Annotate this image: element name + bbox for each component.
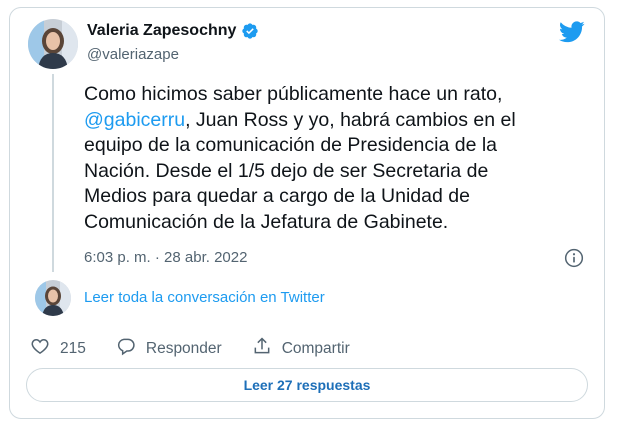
- tweet-line-text: Comunicación de la Jefatura de Gabinete.: [84, 210, 449, 233]
- heart-icon: [30, 336, 50, 361]
- read-conversation-link[interactable]: Leer toda la conversación en Twitter: [84, 289, 325, 306]
- share-button[interactable]: Compartir: [252, 336, 350, 361]
- author-avatar[interactable]: [28, 19, 78, 69]
- reply-label: Responder: [145, 339, 222, 357]
- share-label: Compartir: [281, 339, 350, 357]
- tweet-line-text: Nación. Desde el 1/5 dejo de ser Secreta…: [84, 159, 489, 182]
- tweet-line: Nación. Desde el 1/5 dejo de ser Secreta…: [84, 159, 584, 185]
- tweet-line: Medios para quedar a cargo de la Unidad …: [84, 184, 584, 210]
- tweet-line-text: Como hicimos saber públicamente hace un …: [84, 83, 503, 105]
- twitter-bird-icon[interactable]: [559, 21, 585, 43]
- mention-link[interactable]: @gabicerru: [84, 109, 185, 131]
- verified-badge-icon: [241, 22, 259, 40]
- tweet-text: Como hicimos saber públicamente hace un …: [84, 82, 584, 235]
- tweet-actions: 215 Responder Compartir: [30, 336, 380, 361]
- tweet-line-text: equipo de la comunicación de Presidencia…: [84, 134, 498, 156]
- author-display-name[interactable]: Valeria Zapesochny: [87, 22, 236, 40]
- share-icon: [252, 336, 272, 361]
- author-handle[interactable]: @valeriazape: [87, 46, 179, 63]
- tweet-line: Como hicimos saber públicamente hace un …: [84, 82, 584, 108]
- tweet-line: equipo de la comunicación de Presidencia…: [84, 133, 584, 159]
- tweet-line: Comunicación de la Jefatura de Gabinete.: [84, 210, 584, 236]
- thread-line: [52, 74, 54, 272]
- info-icon[interactable]: [564, 248, 584, 268]
- tweet-card: Valeria Zapesochny @valeriazape Como hic…: [9, 7, 605, 419]
- tweet-line-text: Medios para quedar a cargo de la Unidad …: [84, 185, 470, 207]
- like-count: 215: [60, 339, 86, 357]
- like-button[interactable]: 215: [30, 336, 86, 361]
- reply-bubble-icon: [116, 336, 136, 361]
- tweet-timestamp[interactable]: 6:03 p. m. · 28 abr. 2022: [84, 249, 247, 266]
- tweet-line: @gabicerru, Juan Ross y yo, habrá cambio…: [84, 108, 584, 134]
- author-name-row[interactable]: Valeria Zapesochny: [87, 22, 259, 40]
- read-replies-button[interactable]: Leer 27 respuestas: [26, 368, 588, 402]
- conversation-avatar[interactable]: [35, 280, 71, 316]
- tweet-line-text: , Juan Ross y yo, habrá cambios en el: [185, 108, 516, 131]
- reply-button[interactable]: Responder: [116, 336, 222, 361]
